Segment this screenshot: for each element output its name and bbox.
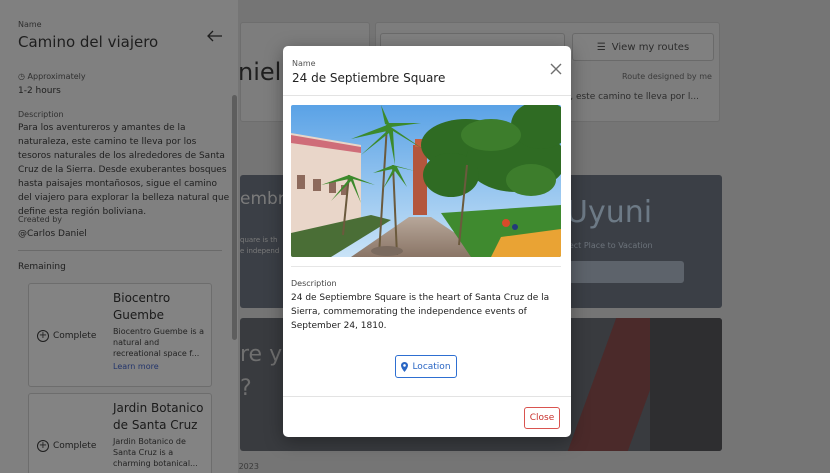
bg-promo-line: re y — [240, 342, 283, 367]
complete-button[interactable]: + Complete — [37, 440, 96, 452]
created-by-value: @Carlos Daniel — [18, 229, 87, 239]
place-info: Biocentro Guembe Biocentro Guembe is a n… — [113, 290, 209, 371]
clock-icon: ◷ — [18, 72, 25, 81]
place-photo — [291, 105, 561, 257]
bg-uyuni-title: Uyuni — [566, 195, 653, 230]
plus-circle-icon: + — [37, 440, 49, 452]
bg-uyuni-subtitle: fect Place to Vacation — [566, 241, 653, 250]
bg-user-name: niel — [238, 58, 282, 86]
list-icon: ☰ — [596, 41, 606, 53]
bg-designed-by: Route designed by me — [622, 72, 712, 81]
learn-more-link[interactable]: Learn more — [113, 362, 209, 371]
scrollbar[interactable] — [232, 95, 237, 340]
bg-view-routes-button: ☰ View my routes — [572, 33, 714, 61]
remaining-label: Remaining — [18, 262, 66, 272]
complete-button[interactable]: + Complete — [37, 330, 96, 342]
bg-card-text-line: quare is th — [240, 236, 278, 244]
modal-name-label: Name — [292, 59, 316, 68]
bg-promo-line: ? — [240, 376, 252, 401]
location-button[interactable]: Location — [395, 355, 457, 378]
place-info: Jardin Botanico de Santa Cruz Jardin Bot… — [113, 400, 209, 469]
bg-uyuni-input: s — [560, 261, 684, 283]
bg-card-text-line: e independ — [240, 247, 280, 255]
divider — [18, 250, 222, 251]
modal-header: Name 24 de Septiembre Square — [283, 46, 571, 96]
remaining-place-card: + Complete Jardin Botanico de Santa Cruz… — [28, 393, 212, 473]
complete-label: Complete — [53, 441, 97, 451]
bg-promo-text: re y ? — [240, 338, 282, 406]
route-name-label: Name — [18, 20, 42, 29]
bg-view-routes-label: View my routes — [611, 41, 690, 53]
place-title: Jardin Botanico de Santa Cruz — [113, 401, 204, 432]
modal-title: 24 de Septiembre Square — [292, 71, 446, 85]
place-description: Jardin Botanico de Santa Cruz is a charm… — [113, 437, 198, 468]
approx-label-text: Approximately — [27, 72, 86, 81]
map-pin-icon — [401, 361, 409, 372]
created-by-label: Created by — [18, 215, 63, 224]
arrow-left-icon[interactable] — [207, 30, 223, 42]
route-title: Camino del viajero — [18, 33, 159, 51]
route-duration: 1-2 hours — [18, 86, 61, 96]
location-button-label: Location — [412, 361, 451, 372]
route-description-label: Description — [18, 110, 64, 119]
bg-promo-stripe — [650, 318, 722, 451]
remaining-place-card: + Complete Biocentro Guembe Biocentro Gu… — [28, 283, 212, 387]
bg-route-snippet: za, este camino te lleva por l... — [560, 92, 699, 102]
close-icon[interactable] — [549, 62, 563, 76]
place-modal: Name 24 de Septiembre Square Description… — [283, 46, 571, 437]
route-side-panel: Name Camino del viajero ◷ Approximately … — [0, 0, 238, 473]
modal-description: 24 de Septiembre Square is the heart of … — [291, 293, 550, 331]
approx-label: ◷ Approximately — [18, 72, 86, 81]
bg-year-text: 2023 — [238, 462, 259, 471]
route-description: Para los aventureros y amantes de la nat… — [18, 123, 230, 217]
modal-description-label: Description — [291, 279, 337, 288]
place-title: Biocentro Guembe — [113, 291, 171, 322]
place-description: Biocentro Guembe is a natural and recrea… — [113, 327, 205, 358]
bg-card-text: quare is th e independ — [240, 235, 279, 257]
plus-circle-icon: + — [37, 330, 49, 342]
complete-label: Complete — [53, 331, 97, 341]
close-button[interactable]: Close — [524, 407, 560, 429]
modal-footer-divider — [283, 396, 571, 397]
modal-separator — [291, 266, 561, 267]
